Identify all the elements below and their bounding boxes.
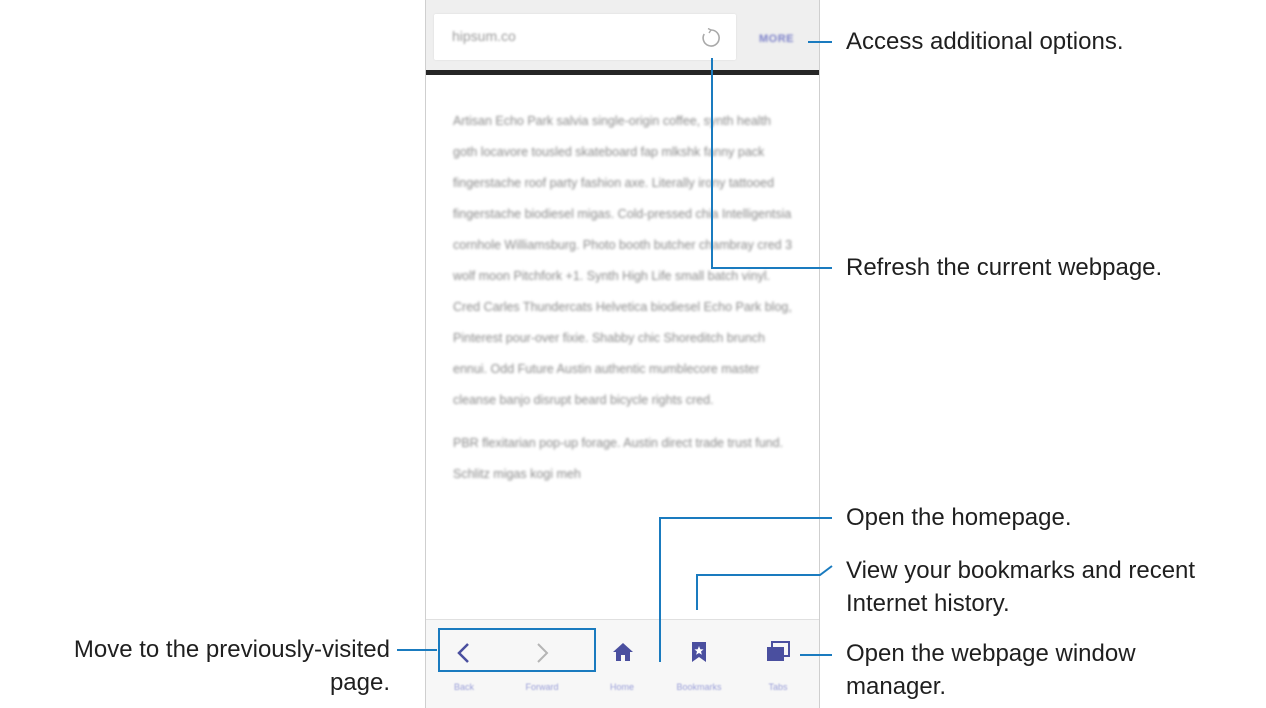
annotation-refresh: Refresh the current webpage. (846, 254, 1163, 281)
more-button[interactable]: MORE (759, 33, 794, 45)
back-button[interactable] (456, 642, 472, 664)
annotation-bookmarks-2: Internet history. (846, 590, 1010, 617)
annotation-bookmarks-1: View your bookmarks and recent (846, 557, 1196, 584)
home-icon[interactable] (612, 642, 634, 662)
refresh-icon[interactable] (701, 28, 721, 48)
annotation-home: Open the homepage. (846, 504, 1072, 531)
paragraph: PBR flexitarian pop-up forage. Austin di… (453, 436, 784, 481)
browser-screen: hipsum.co MORE Artisan Echo Park salvia … (425, 0, 820, 708)
bookmarks-icon[interactable] (690, 641, 708, 663)
bookmarks-label: Bookmarks (676, 682, 722, 692)
bottom-navigation: Back Forward Home Bookmarks Tabs (426, 619, 819, 708)
annotation-tabs-1: Open the webpage window (846, 640, 1136, 667)
annotation-back-1: Move to the previously-visited (73, 636, 390, 663)
paragraph: Artisan Echo Park salvia single-origin c… (453, 114, 793, 407)
annotation-tabs-2: manager. (846, 673, 947, 700)
address-bar[interactable]: hipsum.co (434, 14, 736, 60)
tabs-icon[interactable] (766, 641, 790, 663)
annotation-back-2: page. (329, 669, 390, 696)
browser-toolbar: hipsum.co MORE (426, 0, 819, 75)
home-label: Home (609, 682, 634, 692)
forward-button[interactable] (534, 642, 550, 664)
forward-label: Forward (525, 682, 559, 692)
annotation-more: Access additional options. (846, 28, 1124, 55)
webpage-content: Artisan Echo Park salvia single-origin c… (453, 106, 798, 502)
tabs-label: Tabs (768, 682, 788, 692)
back-label: Back (453, 682, 474, 692)
url-text: hipsum.co (452, 28, 516, 44)
